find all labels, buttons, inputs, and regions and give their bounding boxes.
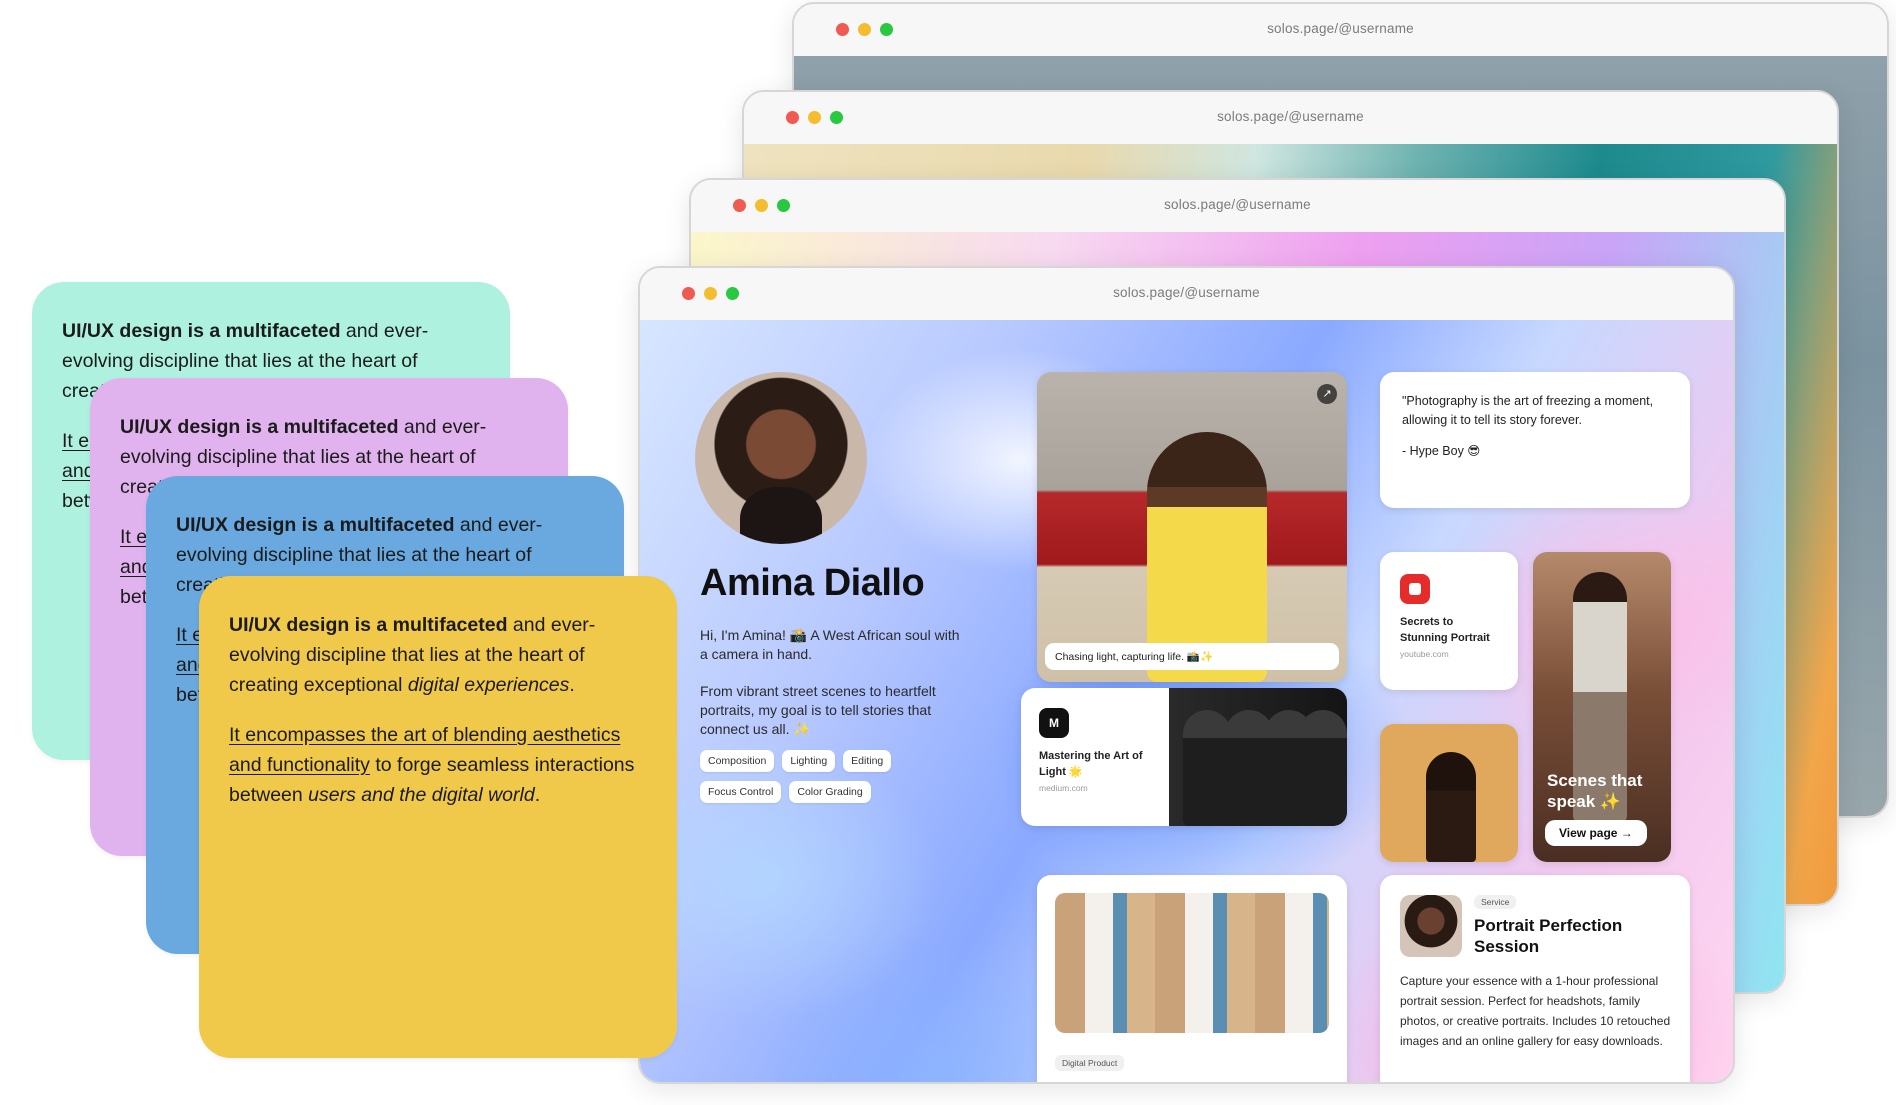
scenes-page-card[interactable]: Scenes that speak ✨ View page →	[1533, 552, 1671, 862]
digital-product-badge: Digital Product	[1055, 1055, 1125, 1071]
youtube-link-source: youtube.com	[1400, 649, 1449, 659]
photo-caption: Chasing light, capturing life. 📸✨	[1045, 643, 1339, 670]
expand-icon[interactable]: ↗	[1317, 384, 1337, 404]
portrait-photo-card[interactable]	[1380, 724, 1518, 862]
skill-tags: Composition Lighting Editing Focus Contr…	[700, 750, 960, 803]
note-paragraph-1: UI/UX design is a multifaceted and ever-…	[229, 614, 596, 696]
tag-color-grading[interactable]: Color Grading	[789, 781, 871, 803]
window-titlebar: solos.page/@username	[744, 92, 1837, 144]
youtube-link-title: Secrets to Stunning Portrait	[1400, 616, 1490, 644]
medium-link-title: Mastering the Art of Light 🌟	[1039, 750, 1143, 778]
medium-link-card[interactable]: M Mastering the Art of Light 🌟 medium.co…	[1021, 688, 1347, 826]
address-bar[interactable]: solos.page/@username	[691, 197, 1784, 212]
medium-group-photo	[1169, 688, 1347, 826]
service-thumbnail	[1400, 895, 1462, 957]
service-card[interactable]: Service Portrait Perfection Session Capt…	[1380, 875, 1690, 1082]
address-bar[interactable]: solos.page/@username	[640, 285, 1733, 300]
tag-lighting[interactable]: Lighting	[782, 750, 836, 772]
scenes-title: Scenes that speak ✨	[1547, 771, 1643, 811]
quote-text: "Photography is the art of freezing a mo…	[1402, 394, 1654, 427]
service-badge: Service	[1474, 895, 1517, 909]
medium-icon: M	[1039, 708, 1069, 738]
service-description: Capture your essence with a 1-hour profe…	[1400, 974, 1671, 1048]
quote-attribution: - Hype Boy 😎	[1402, 444, 1481, 458]
browser-window-front: solos.page/@username Amina Diallo Hi, I'…	[638, 266, 1735, 1084]
person-silhouette	[1183, 710, 1231, 826]
digital-product-card[interactable]: Digital Product	[1037, 875, 1347, 1082]
digital-product-image	[1055, 893, 1329, 1033]
service-title: Portrait Perfection Session	[1474, 916, 1623, 956]
profile-intro: Hi, I'm Amina! 📸 A West African soul wit…	[700, 627, 960, 662]
quote-card: "Photography is the art of freezing a mo…	[1380, 372, 1690, 508]
medium-link-source: medium.com	[1039, 783, 1088, 793]
tag-editing[interactable]: Editing	[843, 750, 892, 772]
youtube-link-card[interactable]: Secrets to Stunning Portrait youtube.com	[1380, 552, 1518, 690]
medium-link-info: M Mastering the Art of Light 🌟 medium.co…	[1021, 688, 1169, 826]
youtube-icon	[1400, 574, 1430, 604]
address-bar[interactable]: solos.page/@username	[794, 21, 1887, 36]
window-titlebar: solos.page/@username	[640, 268, 1733, 320]
person-silhouette	[1299, 710, 1347, 826]
profile-name: Amina Diallo	[700, 562, 925, 604]
address-bar[interactable]: solos.page/@username	[744, 109, 1837, 124]
profile-bio: From vibrant street scenes to heartfelt …	[700, 683, 936, 737]
view-page-button[interactable]: View page →	[1545, 820, 1647, 846]
window-titlebar: solos.page/@username	[794, 4, 1887, 56]
profile-avatar	[695, 372, 867, 544]
text-note-yellow: UI/UX design is a multifaceted and ever-…	[199, 576, 677, 1058]
featured-photo-card[interactable]: ↗ Chasing light, capturing life. 📸✨	[1037, 372, 1347, 682]
tag-composition[interactable]: Composition	[700, 750, 775, 772]
tag-focus-control[interactable]: Focus Control	[700, 781, 782, 803]
stage: solos.page/@username solos.page/@usernam…	[0, 0, 1896, 1105]
note-paragraph-2: It encompasses the art of blending aesth…	[229, 724, 635, 806]
profile-page: Amina Diallo Hi, I'm Amina! 📸 A West Afr…	[640, 320, 1733, 1082]
window-titlebar: solos.page/@username	[691, 180, 1784, 232]
